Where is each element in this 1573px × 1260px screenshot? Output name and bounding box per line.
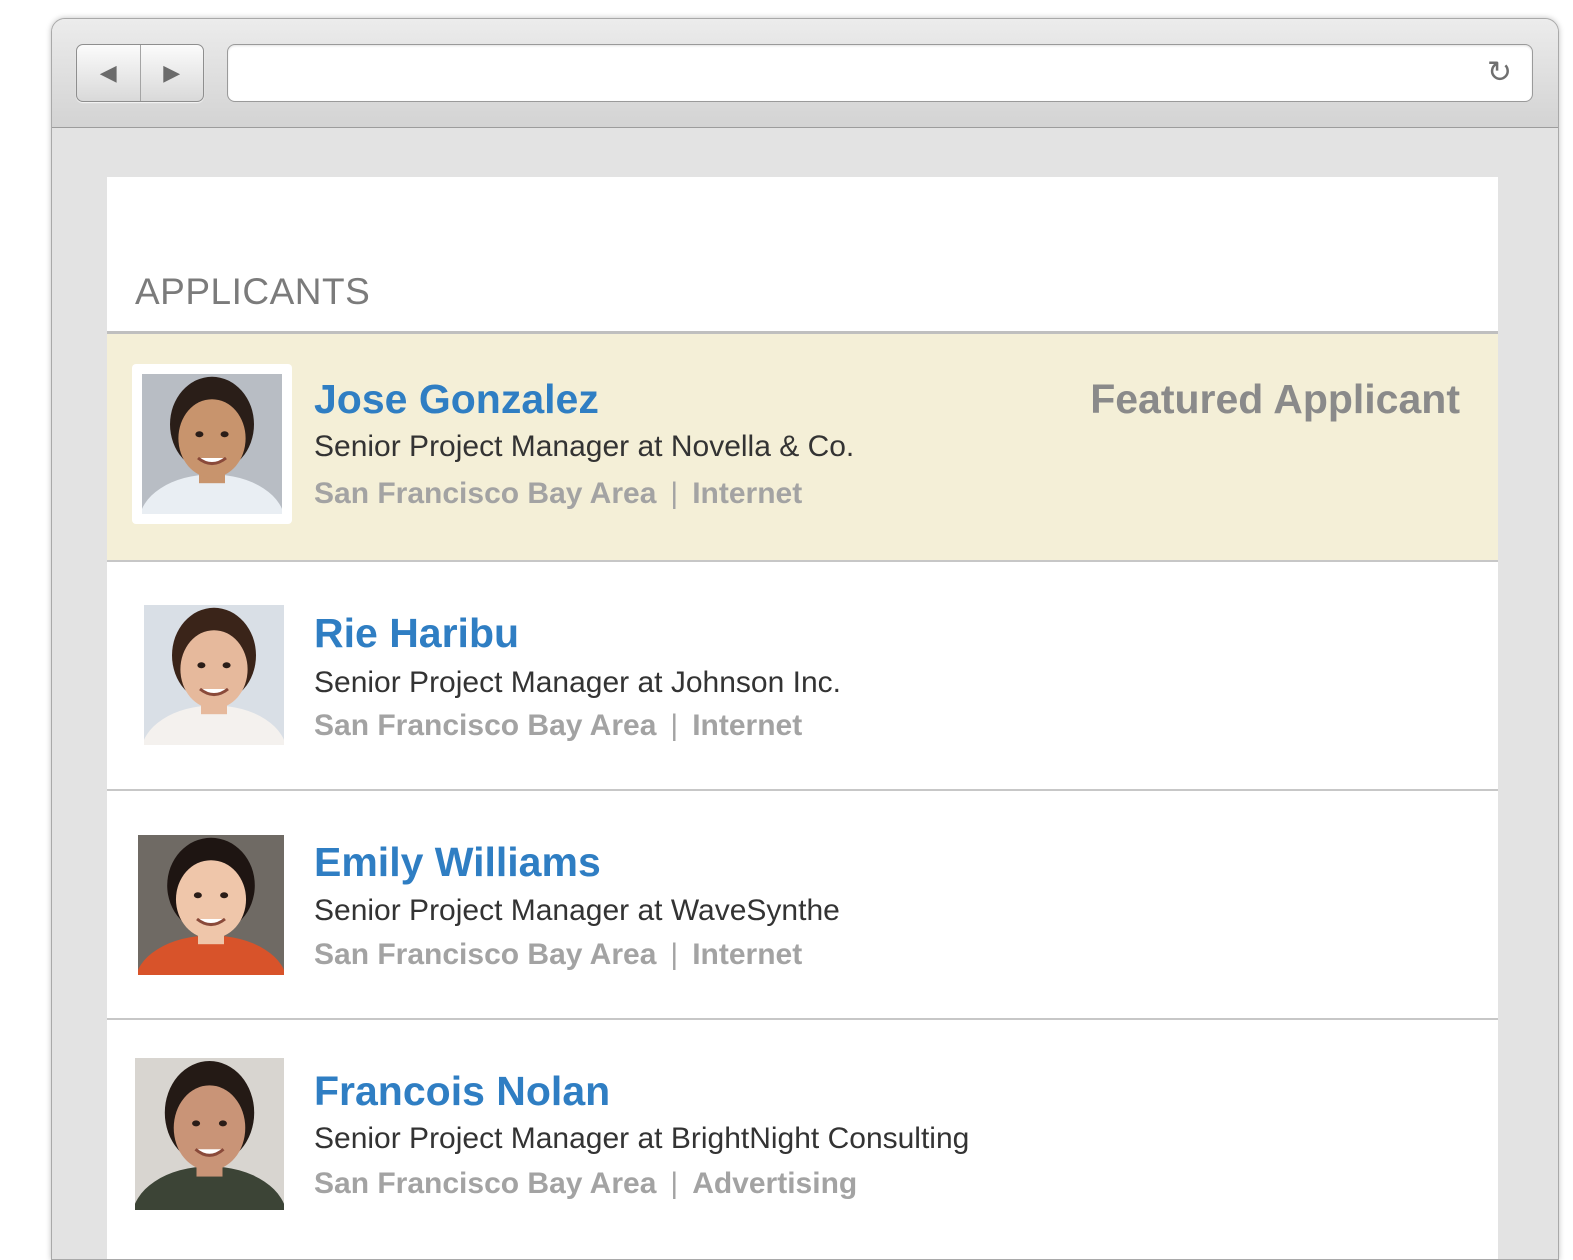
page-content: APPLICANTS Jose Gonzalez Senior Project … [107, 177, 1498, 1259]
reload-icon[interactable]: ↻ [1487, 55, 1512, 91]
avatar[interactable] [144, 605, 284, 745]
applicant-location: San Francisco Bay Area [314, 1167, 657, 1200]
meta-separator: | [670, 1167, 679, 1200]
back-arrow-icon: ◀ [99, 60, 117, 85]
applicant-location: San Francisco Bay Area [314, 938, 657, 971]
meta-separator: | [670, 938, 679, 971]
applicant-industry: Internet [692, 477, 803, 510]
avatar[interactable] [135, 1058, 284, 1210]
applicant-row-featured[interactable]: Jose Gonzalez Senior Project Manager at … [107, 331, 1498, 560]
applicant-industry: Internet [692, 938, 803, 971]
nav-button-group: ◀ ▶ [76, 44, 204, 102]
applicant-row[interactable]: Francois Nolan Senior Project Manager at… [107, 1018, 1498, 1247]
meta-separator: | [670, 477, 679, 510]
applicant-meta: San Francisco Bay Area | Internet [314, 477, 802, 511]
forward-arrow-icon: ▶ [163, 60, 181, 85]
applicant-headline: Senior Project Manager at BrightNight Co… [314, 1122, 970, 1155]
applicant-meta: San Francisco Bay Area | Advertising [314, 1167, 857, 1201]
featured-badge: Featured Applicant [1090, 376, 1460, 422]
applicant-name[interactable]: Rie Haribu [314, 610, 519, 657]
avatar-portrait [135, 1058, 284, 1210]
applicant-row[interactable]: Emily Williams Senior Project Manager at… [107, 789, 1498, 1018]
applicant-meta: San Francisco Bay Area | Internet [314, 938, 802, 972]
applicant-name[interactable]: Emily Williams [314, 839, 601, 886]
applicant-location: San Francisco Bay Area [314, 477, 657, 510]
applicant-meta: San Francisco Bay Area | Internet [314, 709, 802, 743]
browser-window: ◀ ▶ ↻ APPLICANTS Jose Gonzalez Senior Pr… [51, 18, 1559, 1260]
applicant-location: San Francisco Bay Area [314, 709, 657, 742]
avatar-portrait [142, 374, 282, 514]
meta-separator: | [670, 709, 679, 742]
address-bar[interactable]: ↻ [227, 44, 1533, 102]
applicant-industry: Internet [692, 709, 803, 742]
avatar[interactable] [142, 374, 282, 514]
applicant-industry: Advertising [692, 1167, 858, 1200]
applicant-name[interactable]: Francois Nolan [314, 1068, 610, 1115]
applicant-name[interactable]: Jose Gonzalez [314, 376, 599, 423]
address-input[interactable] [240, 53, 1464, 95]
applicant-headline: Senior Project Manager at Johnson Inc. [314, 666, 841, 699]
browser-toolbar: ◀ ▶ ↻ [52, 19, 1558, 128]
avatar[interactable] [138, 835, 284, 975]
applicant-headline: Senior Project Manager at Novella & Co. [314, 430, 855, 463]
avatar-portrait [144, 605, 284, 745]
back-button[interactable]: ◀ [77, 45, 140, 101]
applicant-headline: Senior Project Manager at WaveSynthe [314, 894, 840, 927]
forward-button[interactable]: ▶ [139, 45, 204, 101]
avatar-portrait [138, 835, 284, 975]
applicant-list: Jose Gonzalez Senior Project Manager at … [107, 331, 1498, 1247]
section-title: APPLICANTS [135, 271, 371, 312]
applicant-row[interactable]: Rie Haribu Senior Project Manager at Joh… [107, 560, 1498, 789]
